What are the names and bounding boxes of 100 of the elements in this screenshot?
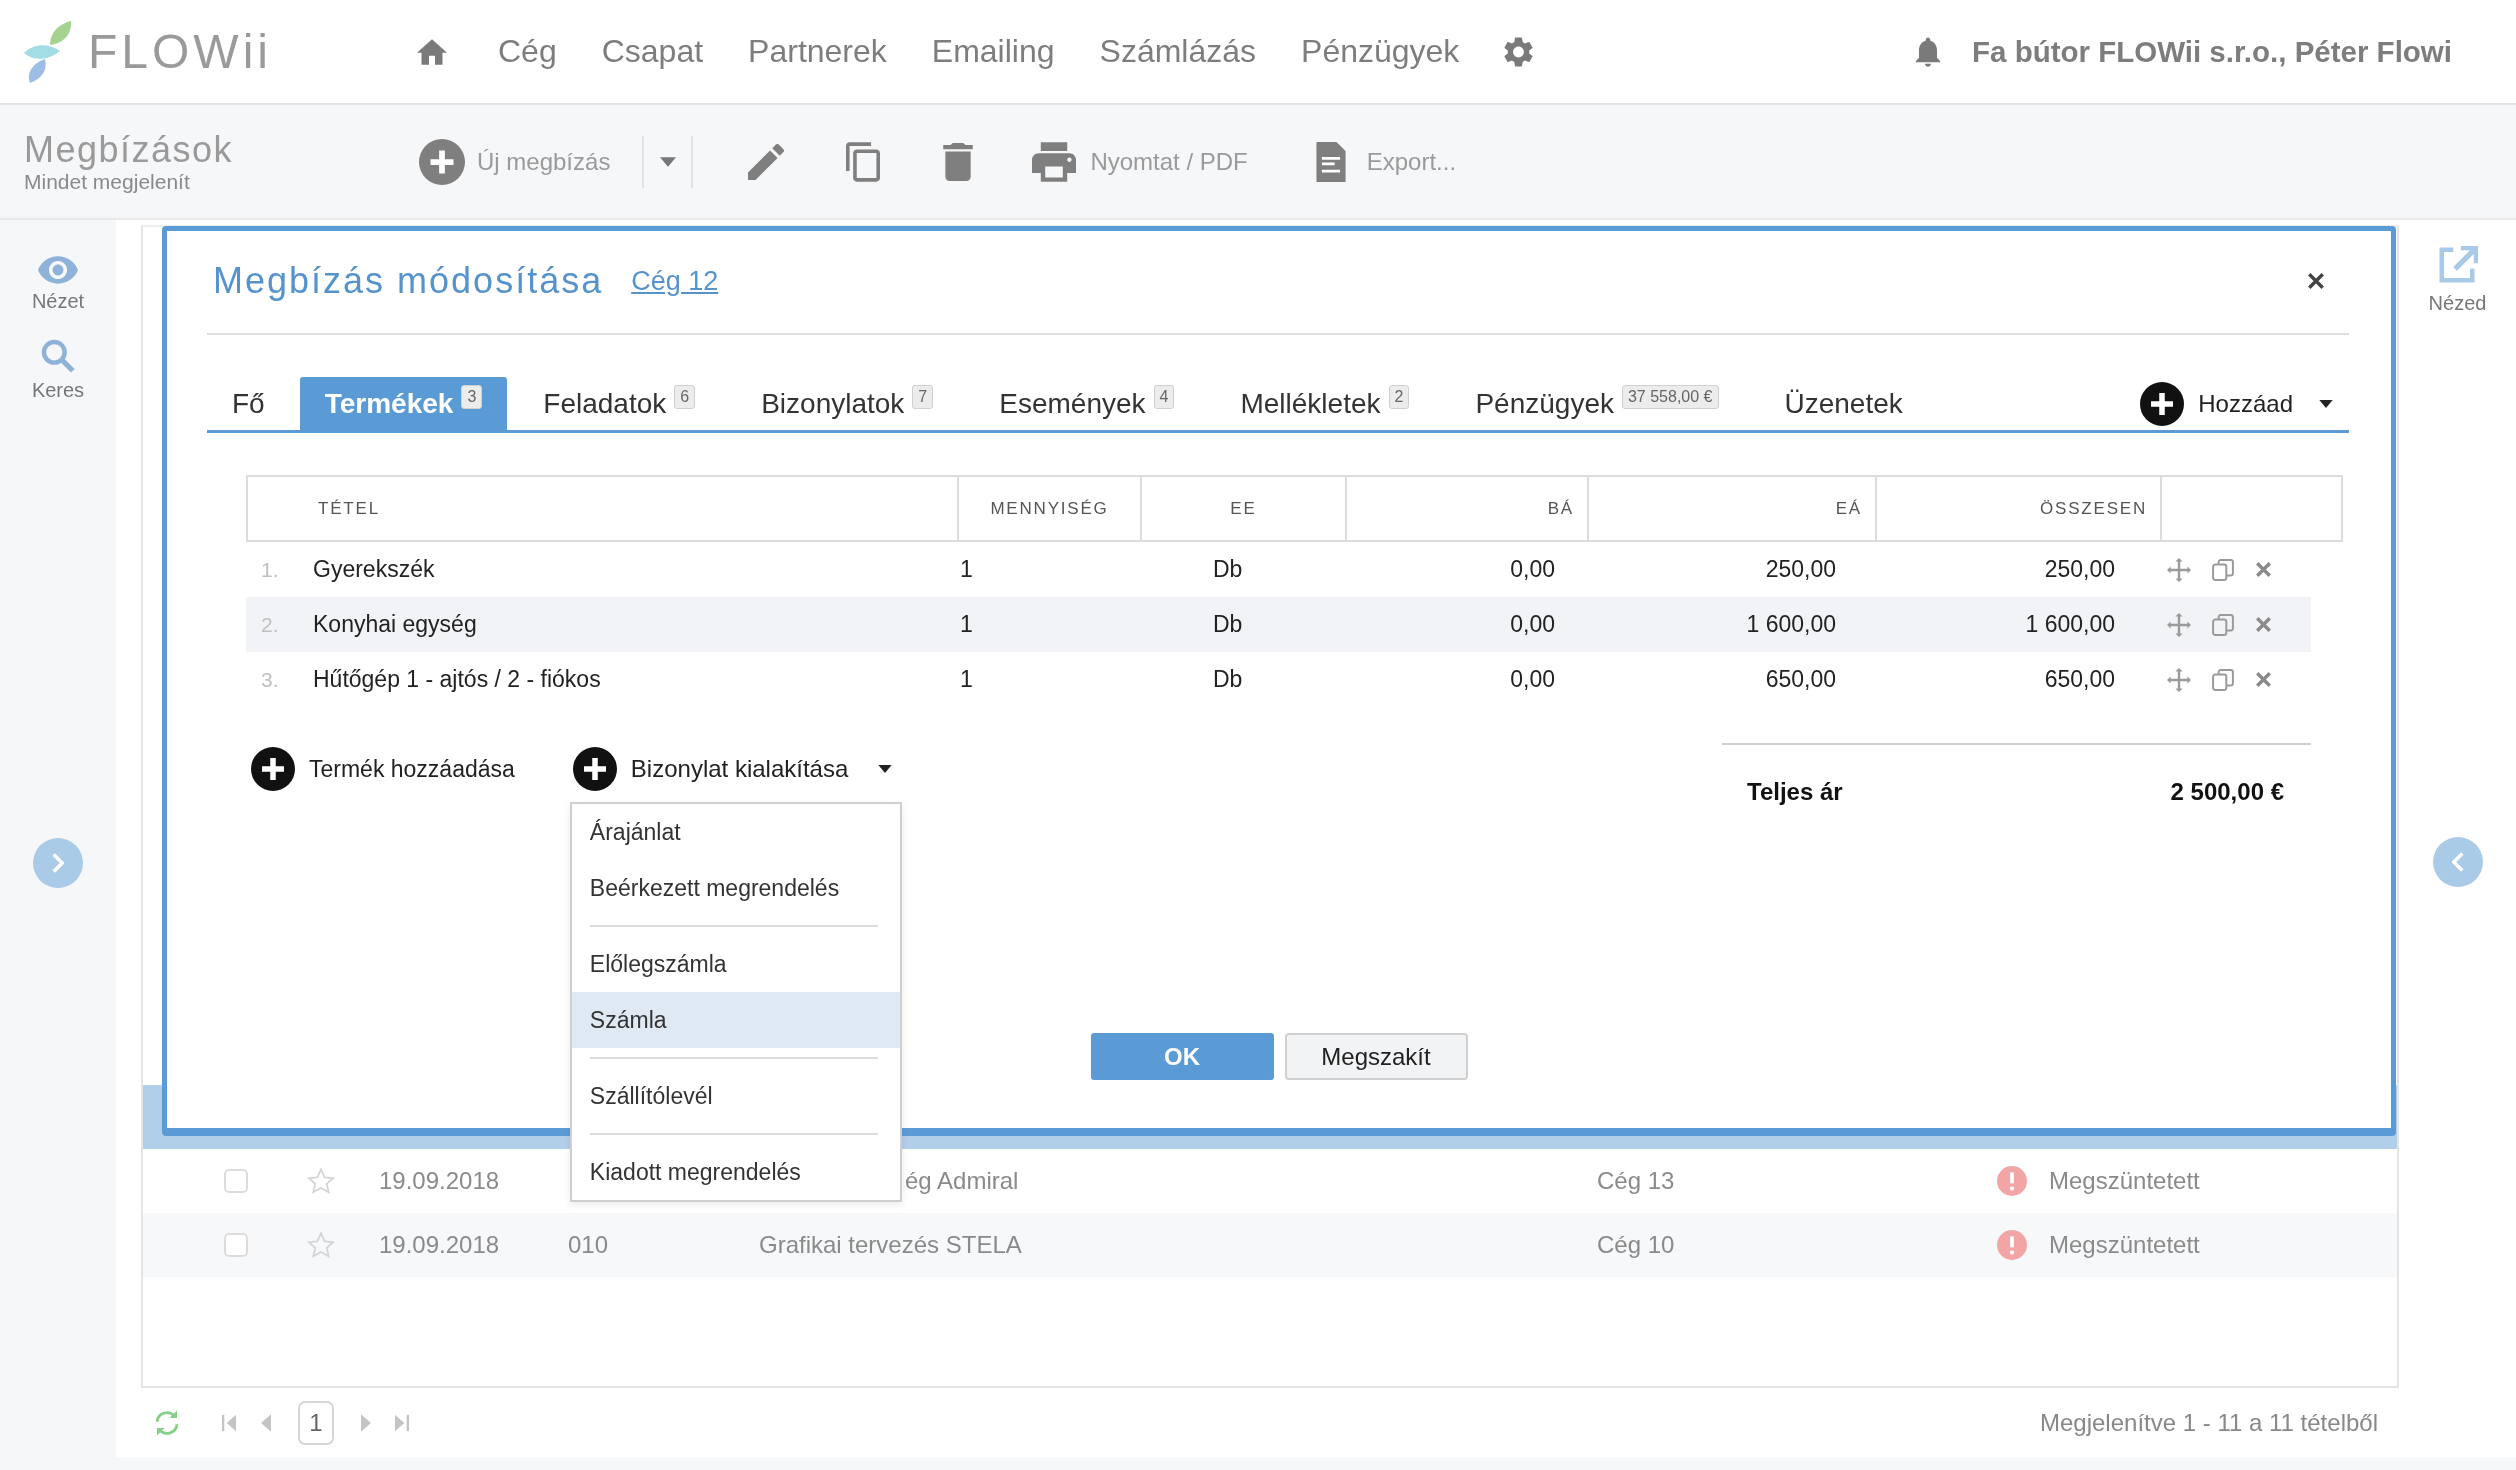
row-checkbox[interactable]	[224, 1233, 248, 1257]
nav-link[interactable]: Csapat	[601, 33, 704, 70]
first-page-icon[interactable]	[222, 1413, 236, 1432]
cancel-button[interactable]: Megszakít	[1284, 1033, 1468, 1080]
price-cell: 0,00	[1510, 556, 1555, 583]
menu-item[interactable]: Szállítólevél	[571, 1068, 900, 1124]
caret-icon[interactable]	[660, 156, 677, 167]
row-checkbox[interactable]	[224, 1169, 248, 1193]
page-number[interactable]: 1	[298, 1400, 334, 1445]
nav-link[interactable]: Partnerek	[748, 33, 887, 70]
row-number: 1.	[260, 557, 280, 582]
count-badge: 7	[912, 384, 934, 409]
company-link[interactable]: Cég 12	[631, 265, 719, 297]
menu-item[interactable]: Beérkezett megrendelés	[571, 860, 900, 916]
duplicate-icon[interactable]	[2212, 613, 2234, 636]
quantity-cell: 1	[960, 611, 973, 638]
column-header: EE	[1230, 498, 1257, 519]
nav-link[interactable]: Pénzügyek	[1301, 33, 1460, 70]
description-cell: ég Admiral	[905, 1167, 1019, 1194]
move-icon[interactable]	[2167, 612, 2191, 637]
bell-icon[interactable]	[1916, 36, 1941, 67]
plus-circle-icon	[251, 747, 295, 791]
duplicate-icon[interactable]	[2212, 668, 2234, 691]
count-badge: 4	[1153, 384, 1175, 409]
price-cell: 0,00	[1510, 666, 1555, 693]
sidebar-item[interactable]: Nézed	[2428, 246, 2487, 315]
column-header: ÖSSZESEN	[2040, 498, 2147, 519]
menu-item[interactable]: Előlegszámla	[571, 936, 900, 992]
ok-button[interactable]: OK	[1090, 1033, 1274, 1080]
sidebar-item[interactable]: Nézet	[31, 256, 85, 313]
star-icon[interactable]	[307, 1231, 335, 1259]
count-badge: 3	[461, 384, 483, 409]
total-cell: 250,00	[2044, 556, 2115, 583]
tab[interactable]: Fő	[207, 377, 290, 430]
sidebar-item[interactable]: Keres	[31, 339, 85, 402]
copy-icon[interactable]	[846, 141, 881, 182]
new-order-button[interactable]: Új megbízás	[419, 138, 611, 185]
tab[interactable]: Bizonylatok 7	[735, 377, 960, 430]
plus-circle-icon	[419, 138, 465, 185]
collapse-sidebar-button[interactable]	[2432, 837, 2483, 887]
add-button[interactable]: Hozzáad	[2140, 377, 2333, 430]
status-cell: Megszüntetett	[2049, 1167, 2200, 1195]
move-icon[interactable]	[2167, 557, 2191, 582]
nav-link[interactable]: Számlázás	[1099, 33, 1257, 70]
logo-text: FLOWii	[88, 24, 272, 79]
chevron-left-icon	[2451, 852, 2464, 872]
quantity-cell: 1	[960, 666, 973, 693]
expand-sidebar-button[interactable]	[33, 838, 83, 888]
menu-item[interactable]: Árajánlat	[571, 804, 900, 860]
tab[interactable]: Pénzügyek 37 558,00 €	[1449, 377, 1745, 430]
list-row[interactable]: 19.09.2018 010 Grafikai tervezés STELA Cég 10 Megszüntetett	[143, 1213, 2397, 1277]
user-name[interactable]: Fa bútor FLOWii s.r.o., Péter Flowi	[1972, 34, 2452, 69]
tab[interactable]: Események 4	[973, 377, 1201, 430]
number-cell: 010	[568, 1231, 609, 1258]
close-icon[interactable]	[2307, 272, 2325, 290]
view-filter-link[interactable]: Mindet megjelenít	[24, 169, 190, 194]
next-page-icon[interactable]	[361, 1413, 371, 1432]
previous-page-icon[interactable]	[261, 1413, 271, 1432]
droplets-logo-icon	[24, 20, 72, 83]
product-name-cell: Gyerekszék	[313, 556, 435, 583]
menu-item[interactable]: Számla	[571, 992, 900, 1048]
total-label: Teljes ár	[1747, 778, 1843, 806]
company-cell-text: Cég 10	[1597, 1231, 1676, 1259]
plus-circle-icon	[2140, 381, 2185, 426]
nav-link[interactable]: Cég	[498, 33, 557, 70]
product-name-cell: Hűtőgép 1 - ajtós / 2 - fiókos	[313, 666, 601, 693]
tab[interactable]: Termékek 3	[299, 377, 508, 430]
status-cell: Megszüntetett	[2049, 1231, 2200, 1259]
home-icon[interactable]	[417, 38, 447, 65]
caret-icon	[878, 765, 893, 773]
last-page-icon[interactable]	[395, 1413, 409, 1432]
column-header: MENNYISÉG	[990, 498, 1109, 519]
delete-icon[interactable]	[2256, 672, 2271, 687]
external-link-icon	[2437, 246, 2478, 286]
date-cell-text: 19.09.2018	[379, 1231, 501, 1259]
delete-icon[interactable]	[2256, 617, 2271, 632]
nav-link[interactable]: Emailing	[931, 33, 1055, 70]
description-cell: Grafikai tervezés STELA	[759, 1231, 1022, 1258]
printer-icon	[1032, 141, 1077, 182]
star-icon[interactable]	[307, 1167, 335, 1195]
move-icon[interactable]	[2167, 667, 2191, 692]
trash-icon[interactable]	[943, 142, 974, 181]
export-button[interactable]: Export...	[1315, 141, 1457, 182]
total-cell: 1 600,00	[2025, 611, 2115, 638]
column-header: TÉTEL	[318, 498, 380, 519]
print-button[interactable]: Nyomtat / PDF	[1032, 141, 1248, 182]
price-cell: 0,00	[1510, 611, 1555, 638]
add-product-button[interactable]: Termék hozzáadása	[251, 747, 515, 791]
delete-icon[interactable]	[2256, 562, 2271, 577]
pencil-icon[interactable]	[748, 143, 785, 180]
tab[interactable]: Mellékletek 2	[1214, 377, 1436, 430]
row-number: 3.	[260, 667, 280, 692]
settings-icon[interactable]	[1504, 36, 1534, 67]
pagination-summary: Megjelenítve 1 - 11 a 11 tételből	[2040, 1408, 2378, 1437]
duplicate-icon[interactable]	[2212, 558, 2234, 581]
tab[interactable]: Üzenetek	[1758, 377, 1929, 430]
create-document-button[interactable]: Bizonylat kialakítása	[572, 747, 893, 791]
alert-icon	[1997, 1166, 2027, 1196]
price-cell: 650,00	[1765, 666, 1836, 693]
tab[interactable]: Feladatok 6	[517, 377, 722, 430]
